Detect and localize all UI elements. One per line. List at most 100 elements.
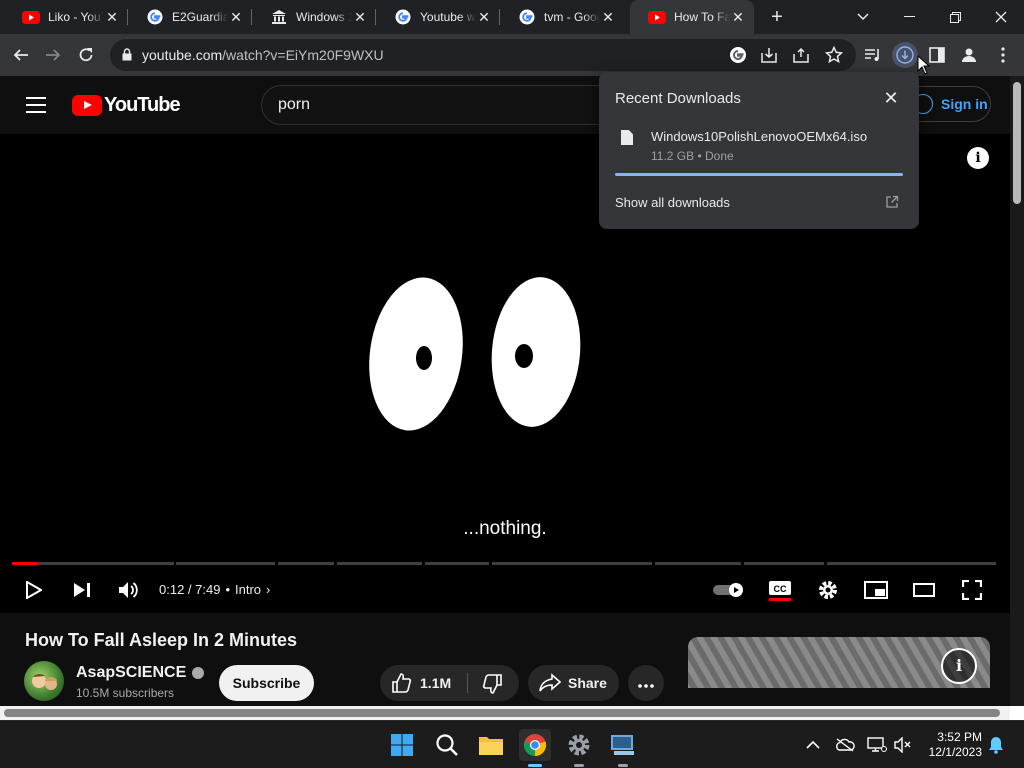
player-controls: 0:12 / 7:49 • Intro › CC: [0, 567, 1010, 613]
restore-button[interactable]: [932, 0, 978, 34]
file-explorer-icon[interactable]: [475, 729, 507, 761]
chrome-menu-icon[interactable]: [990, 42, 1016, 68]
info-icon[interactable]: i: [941, 648, 977, 684]
guide-menu-icon[interactable]: [26, 97, 46, 113]
download-file-name[interactable]: Windows10PolishLenovoOEMx64.iso: [651, 129, 867, 144]
download-file-meta: 11.2 GB • Done: [651, 149, 734, 163]
like-count[interactable]: 1.1M: [420, 675, 451, 691]
tab-tvm[interactable]: tvm - Google ✕: [500, 0, 624, 34]
profile-icon[interactable]: [956, 42, 982, 68]
google-icon: [394, 8, 412, 26]
media-control-icon[interactable]: [860, 42, 886, 68]
install-app-icon[interactable]: [761, 47, 777, 63]
recommended-video-thumbnail[interactable]: i: [688, 637, 990, 707]
youtube-logo[interactable]: YouTube: [72, 94, 181, 117]
google-lens-icon[interactable]: [729, 46, 747, 64]
tab-close-icon[interactable]: ✕: [104, 9, 120, 25]
captions-icon[interactable]: CC: [767, 577, 793, 603]
fullscreen-icon[interactable]: [959, 577, 985, 603]
theater-mode-icon[interactable]: [911, 577, 937, 603]
tab-close-icon[interactable]: ✕: [352, 9, 368, 25]
progress-bar[interactable]: [12, 562, 996, 565]
search-icon[interactable]: [431, 729, 463, 761]
network-icon[interactable]: [867, 735, 887, 755]
youtube-wordmark: YouTube: [104, 94, 181, 116]
vertical-scroll-thumb[interactable]: [1013, 82, 1021, 204]
lock-icon[interactable]: [122, 48, 132, 61]
miniplayer-icon[interactable]: [863, 577, 889, 603]
next-button[interactable]: [69, 577, 95, 603]
chapter-label[interactable]: Intro: [235, 582, 261, 597]
forward-button[interactable]: [40, 42, 66, 68]
share-icon[interactable]: [793, 47, 809, 63]
tab-windows[interactable]: Windows 10 ✕: [252, 0, 376, 34]
new-tab-button[interactable]: +: [766, 6, 788, 28]
download-progress-bar: [615, 173, 903, 176]
back-button[interactable]: [8, 42, 34, 68]
url-text: youtube.com/watch?v=EiYm20F9WXU: [142, 47, 384, 63]
url-host: youtube.com: [142, 47, 223, 63]
downloads-icon[interactable]: [892, 42, 918, 68]
video-title: How To Fall Asleep In 2 Minutes: [25, 630, 298, 650]
close-window-button[interactable]: [978, 0, 1024, 34]
share-button[interactable]: Share: [528, 665, 619, 701]
like-dislike-group: 1.1M: [380, 665, 519, 701]
clock-time: 3:52 PM: [937, 730, 982, 744]
horizontal-scroll-thumb[interactable]: [4, 709, 1000, 717]
info-icon[interactable]: i: [967, 147, 989, 169]
more-actions-button[interactable]: [628, 665, 664, 701]
vertical-scrollbar[interactable]: [1010, 76, 1024, 706]
notification-bell-icon[interactable]: [986, 735, 1006, 755]
tab-search-icon[interactable]: [840, 0, 886, 34]
file-icon: [621, 130, 633, 145]
taskbar-clock[interactable]: 3:52 PM 12/1/2023: [920, 730, 982, 760]
volume-muted-icon[interactable]: [893, 735, 913, 755]
dislike-icon[interactable]: [482, 674, 502, 697]
tab-close-icon[interactable]: ✕: [228, 9, 244, 25]
chapter-segment: [278, 562, 334, 565]
minimize-button[interactable]: [886, 0, 932, 34]
windows-start-icon[interactable]: [386, 729, 418, 761]
reload-button[interactable]: [73, 42, 99, 68]
close-icon[interactable]: ✕: [881, 88, 901, 108]
sign-in-label: Sign in: [941, 96, 988, 112]
chapter-segment: [425, 562, 489, 565]
more-horizontal-icon: [638, 675, 654, 691]
settings-gear-icon[interactable]: [815, 577, 841, 603]
remote-desktop-icon[interactable]: [607, 729, 639, 767]
tab-how-to-fall-asleep[interactable]: How To Fall Asleep ✕: [630, 0, 754, 34]
external-link-icon[interactable]: [885, 195, 899, 209]
subscribe-button[interactable]: Subscribe: [219, 665, 314, 701]
volume-icon[interactable]: [116, 577, 142, 603]
chevron-up-icon[interactable]: [803, 735, 823, 755]
tab-close-icon[interactable]: ✕: [600, 9, 616, 25]
settings-taskbar-icon[interactable]: [563, 729, 595, 767]
scrollbar-corner: [1010, 706, 1024, 720]
address-bar[interactable]: youtube.com/watch?v=EiYm20F9WXU: [110, 39, 856, 71]
show-all-downloads-link[interactable]: Show all downloads: [615, 195, 730, 210]
like-icon[interactable]: [392, 673, 412, 696]
share-label: Share: [568, 675, 607, 691]
channel-name[interactable]: AsapSCIENCE: [76, 664, 205, 682]
clock-date: 12/1/2023: [928, 745, 982, 759]
chevron-right-icon: ›: [266, 582, 271, 597]
video-details: How To Fall Asleep In 2 Minutes AsapSCIE…: [0, 613, 1010, 707]
play-button[interactable]: [21, 577, 47, 603]
channel-avatar[interactable]: [24, 661, 64, 701]
chrome-taskbar-icon[interactable]: [519, 729, 551, 767]
svg-text:CC: CC: [774, 584, 787, 594]
tab-e2guardian[interactable]: E2Guardian ✕: [128, 0, 252, 34]
tab-liko[interactable]: Liko - YouTube ✕: [4, 0, 128, 34]
tab-close-icon[interactable]: ✕: [476, 9, 492, 25]
autoplay-toggle[interactable]: [712, 577, 746, 603]
search-input[interactable]: porn: [261, 85, 621, 125]
youtube-play-logo-icon: [72, 95, 102, 116]
tab-close-icon[interactable]: ✕: [730, 9, 746, 25]
onedrive-offline-icon[interactable]: [835, 735, 855, 755]
tab-title: tvm - Google: [544, 10, 600, 24]
horizontal-scrollbar[interactable]: [0, 706, 1010, 720]
tab-youtube-web[interactable]: Youtube web ✕: [376, 0, 500, 34]
recent-downloads-popup: Recent Downloads ✕ Windows10PolishLenovo…: [599, 72, 919, 229]
bookmark-star-icon[interactable]: [824, 45, 844, 64]
chapter-segment: [337, 562, 422, 565]
